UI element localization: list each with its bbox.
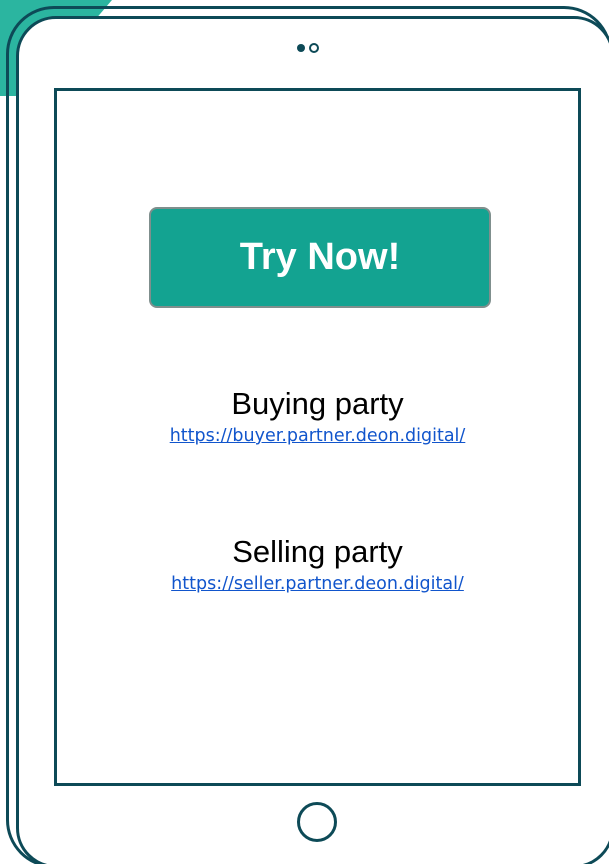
home-button-icon[interactable] [297,802,337,842]
tablet-screen: Try Now! Buying party https://buyer.part… [54,88,581,786]
buying-party-section: Buying party https://buyer.partner.deon.… [57,386,578,447]
try-now-button[interactable]: Try Now! [149,207,491,308]
camera-sensor-icon [297,44,305,52]
camera-lens-icon [309,43,319,53]
selling-party-title: Selling party [232,534,403,569]
selling-party-section: Selling party https://seller.partner.deo… [57,534,578,595]
buyer-link[interactable]: https://buyer.partner.deon.digital/ [170,425,466,447]
seller-link[interactable]: https://seller.partner.deon.digital/ [171,573,464,595]
page: Try Now! Buying party https://buyer.part… [0,0,609,864]
buying-party-title: Buying party [231,386,404,421]
camera-icon [297,43,319,53]
